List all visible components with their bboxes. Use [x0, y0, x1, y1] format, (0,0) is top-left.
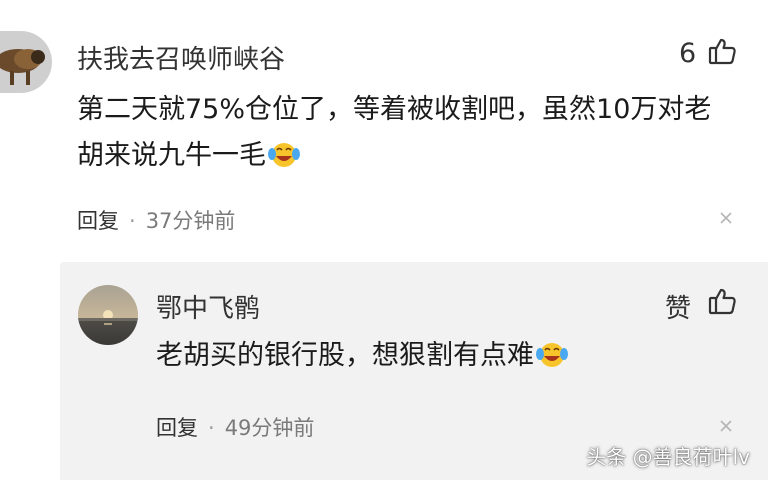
commenter-avatar[interactable] [0, 31, 52, 93]
comment-like-count: 6 [679, 38, 697, 69]
thumbs-up-icon[interactable] [707, 286, 737, 320]
commenter-name[interactable]: 扶我去召唤师峡谷 [77, 39, 285, 76]
crying-laughing-emoji-icon [536, 339, 568, 385]
close-icon[interactable] [718, 418, 734, 434]
reply-text: 老胡买的银行股，想狠割有点难 [156, 333, 736, 385]
comment-text-content: 第二天就75%仓位了，等着被收割吧，虽然10万对老胡来说九牛一毛 [77, 94, 712, 171]
thumbs-up-icon[interactable] [707, 36, 737, 70]
reply-like-label[interactable]: 赞 [665, 288, 691, 325]
close-icon[interactable] [718, 210, 734, 226]
comment-meta: 回复 · 37分钟前 [77, 205, 235, 235]
reply-author-name[interactable]: 鄂中飞鹘 [156, 288, 260, 325]
reply-meta: 回复 · 49分钟前 [156, 412, 314, 442]
separator-dot: · [208, 416, 215, 440]
watermark: 头条 @善良荷叶lv [586, 445, 750, 469]
reply-reply-button[interactable]: 回复 [156, 416, 198, 440]
comment-timestamp: 37分钟前 [145, 209, 236, 233]
reply-avatar[interactable] [78, 285, 138, 345]
reply-timestamp: 49分钟前 [224, 416, 315, 440]
comment-text: 第二天就75%仓位了，等着被收割吧，虽然10万对老胡来说九牛一毛 [77, 87, 737, 185]
separator-dot: · [129, 209, 136, 233]
comment-reply-button[interactable]: 回复 [77, 209, 119, 233]
reply-text-content: 老胡买的银行股，想狠割有点难 [156, 340, 534, 371]
crying-laughing-emoji-icon [268, 139, 300, 185]
